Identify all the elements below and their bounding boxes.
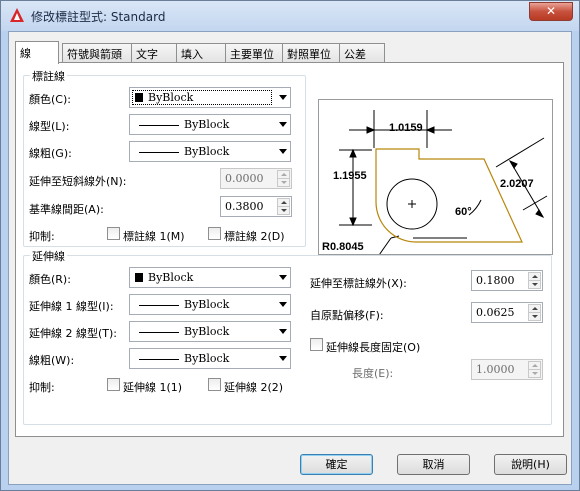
suppress-extline1-label[interactable]: 延伸線 1(1) bbox=[123, 379, 182, 395]
ext-lineweight-value: ByBlock bbox=[184, 352, 230, 365]
dim-lineweight-label: 線粗(G): bbox=[29, 147, 72, 160]
line-sample bbox=[139, 125, 179, 126]
extend-beyond-value: 0.1800 bbox=[476, 274, 515, 287]
tab-alternate-units[interactable]: 對照單位 bbox=[282, 43, 340, 63]
window-title: 修改標註型式: Standard bbox=[31, 10, 166, 24]
ext-lineweight-select[interactable]: ByBlock bbox=[129, 348, 291, 369]
length-value: 1.0000 bbox=[476, 363, 515, 376]
tab-primary-units[interactable]: 主要單位 bbox=[225, 43, 283, 63]
preview-angle: 60° bbox=[455, 206, 472, 218]
tab-fit[interactable]: 填入 bbox=[176, 43, 226, 63]
dialog-window: 修改標註型式: Standard ✕ 線 符號與箭頭 文字 填入 主要單位 對照… bbox=[0, 0, 580, 491]
suppress-dimline1-checkbox[interactable] bbox=[107, 227, 120, 240]
dim-lineweight-value: ByBlock bbox=[184, 145, 230, 158]
offset-origin-label: 自原點偏移(F): bbox=[310, 309, 384, 322]
chevron-down-icon bbox=[279, 329, 287, 334]
chevron-down-icon bbox=[279, 122, 287, 127]
ext-color-label: 顏色(R): bbox=[29, 273, 71, 286]
tab-lines[interactable]: 線 bbox=[15, 41, 59, 64]
ext1-linetype-value: ByBlock bbox=[184, 298, 230, 311]
ok-button[interactable]: 確定 bbox=[300, 454, 373, 475]
extend-ticks-spinner[interactable]: 0.0000 bbox=[220, 168, 292, 189]
extension-lines-title: 延伸線 bbox=[30, 248, 67, 264]
chevron-down-icon bbox=[279, 302, 287, 307]
title-bar: 修改標註型式: Standard ✕ bbox=[1, 1, 579, 31]
ext-color-select[interactable]: ByBlock bbox=[129, 267, 291, 288]
tab-symbols-arrows[interactable]: 符號與箭頭 bbox=[62, 43, 132, 63]
line-sample bbox=[139, 152, 179, 153]
spin-down-icon[interactable] bbox=[277, 178, 290, 187]
ext2-linetype-value: ByBlock bbox=[184, 325, 230, 338]
ext1-linetype-select[interactable]: ByBlock bbox=[129, 294, 291, 315]
offset-origin-value: 0.0625 bbox=[476, 306, 515, 319]
preview-radius: R0.8045 bbox=[322, 241, 364, 253]
dim-linetype-value: ByBlock bbox=[184, 118, 230, 131]
ext-color-value: ByBlock bbox=[148, 271, 194, 284]
dialog-client: 線 符號與箭頭 文字 填入 主要單位 對照單位 公差 標註線 顏色(C): By… bbox=[8, 31, 572, 485]
ext-lineweight-label: 線粗(W): bbox=[29, 354, 75, 367]
spin-down-icon[interactable] bbox=[528, 312, 541, 321]
cancel-button[interactable]: 取消 bbox=[397, 454, 470, 475]
extend-ticks-label: 延伸至短斜線外(N): bbox=[29, 175, 127, 188]
baseline-spacing-value: 0.3800 bbox=[225, 200, 264, 213]
dim-color-value: ByBlock bbox=[148, 91, 194, 104]
fixed-length-label[interactable]: 延伸線長度固定(O) bbox=[326, 339, 420, 355]
close-button[interactable]: ✕ bbox=[529, 2, 573, 21]
extend-ticks-value: 0.0000 bbox=[225, 172, 264, 185]
suppress-extline2-checkbox[interactable] bbox=[208, 378, 221, 391]
chevron-down-icon bbox=[279, 95, 287, 100]
spin-down-icon[interactable] bbox=[277, 206, 290, 215]
length-label: 長度(E): bbox=[352, 367, 394, 380]
ext-suppress-label: 抑制: bbox=[29, 381, 55, 394]
suppress-dimline2-label[interactable]: 標註線 2(D) bbox=[224, 228, 285, 244]
dimension-lines-title: 標註線 bbox=[30, 68, 67, 84]
baseline-spacing-label: 基準線間距(A): bbox=[29, 203, 104, 216]
extend-beyond-spinner[interactable]: 0.1800 bbox=[471, 270, 543, 291]
dim-suppress-label: 抑制: bbox=[29, 230, 55, 243]
color-swatch bbox=[135, 93, 143, 102]
preview-dim-left: 1.1955 bbox=[333, 170, 367, 182]
line-sample bbox=[139, 332, 179, 333]
extend-beyond-label: 延伸至標註線外(X): bbox=[310, 277, 407, 290]
chevron-down-icon bbox=[279, 275, 287, 280]
spin-down-icon[interactable] bbox=[528, 369, 541, 378]
line-sample bbox=[139, 305, 179, 306]
preview-dim-top: 1.0159 bbox=[389, 122, 423, 134]
line-sample bbox=[139, 359, 179, 360]
length-spinner[interactable]: 1.0000 bbox=[471, 359, 543, 380]
preview-dim-right: 2.0207 bbox=[500, 178, 534, 190]
suppress-extline2-label[interactable]: 延伸線 2(2) bbox=[224, 379, 283, 395]
preview-panel: 1.0159 1.1955 2.0207 60° R0.8045 bbox=[318, 99, 553, 255]
tab-tolerances[interactable]: 公差 bbox=[339, 43, 385, 63]
chevron-down-icon bbox=[279, 356, 287, 361]
ext2-linetype-label: 延伸線 2 線型(T): bbox=[29, 327, 117, 340]
baseline-spacing-spinner[interactable]: 0.3800 bbox=[220, 196, 292, 217]
ext1-linetype-label: 延伸線 1 線型(I): bbox=[29, 300, 114, 313]
spin-down-icon[interactable] bbox=[528, 280, 541, 289]
offset-origin-spinner[interactable]: 0.0625 bbox=[471, 302, 543, 323]
tab-panel-lines: 標註線 顏色(C): ByBlock 線型(L): ByBlock 線粗(G):… bbox=[15, 62, 564, 437]
chevron-down-icon bbox=[279, 149, 287, 154]
fixed-length-checkbox[interactable] bbox=[310, 338, 323, 351]
suppress-dimline1-label[interactable]: 標註線 1(M) bbox=[123, 228, 185, 244]
color-swatch bbox=[135, 273, 143, 282]
suppress-dimline2-checkbox[interactable] bbox=[208, 227, 221, 240]
ext2-linetype-select[interactable]: ByBlock bbox=[129, 321, 291, 342]
tab-text[interactable]: 文字 bbox=[131, 43, 177, 63]
dim-color-select[interactable]: ByBlock bbox=[129, 87, 291, 108]
autocad-app-icon bbox=[10, 8, 24, 22]
dim-color-label: 顏色(C): bbox=[29, 93, 71, 106]
dim-lineweight-select[interactable]: ByBlock bbox=[129, 141, 291, 162]
dim-linetype-label: 線型(L): bbox=[29, 120, 70, 133]
suppress-extline1-checkbox[interactable] bbox=[107, 378, 120, 391]
dim-linetype-select[interactable]: ByBlock bbox=[129, 114, 291, 135]
help-button[interactable]: 說明(H) bbox=[494, 454, 567, 475]
